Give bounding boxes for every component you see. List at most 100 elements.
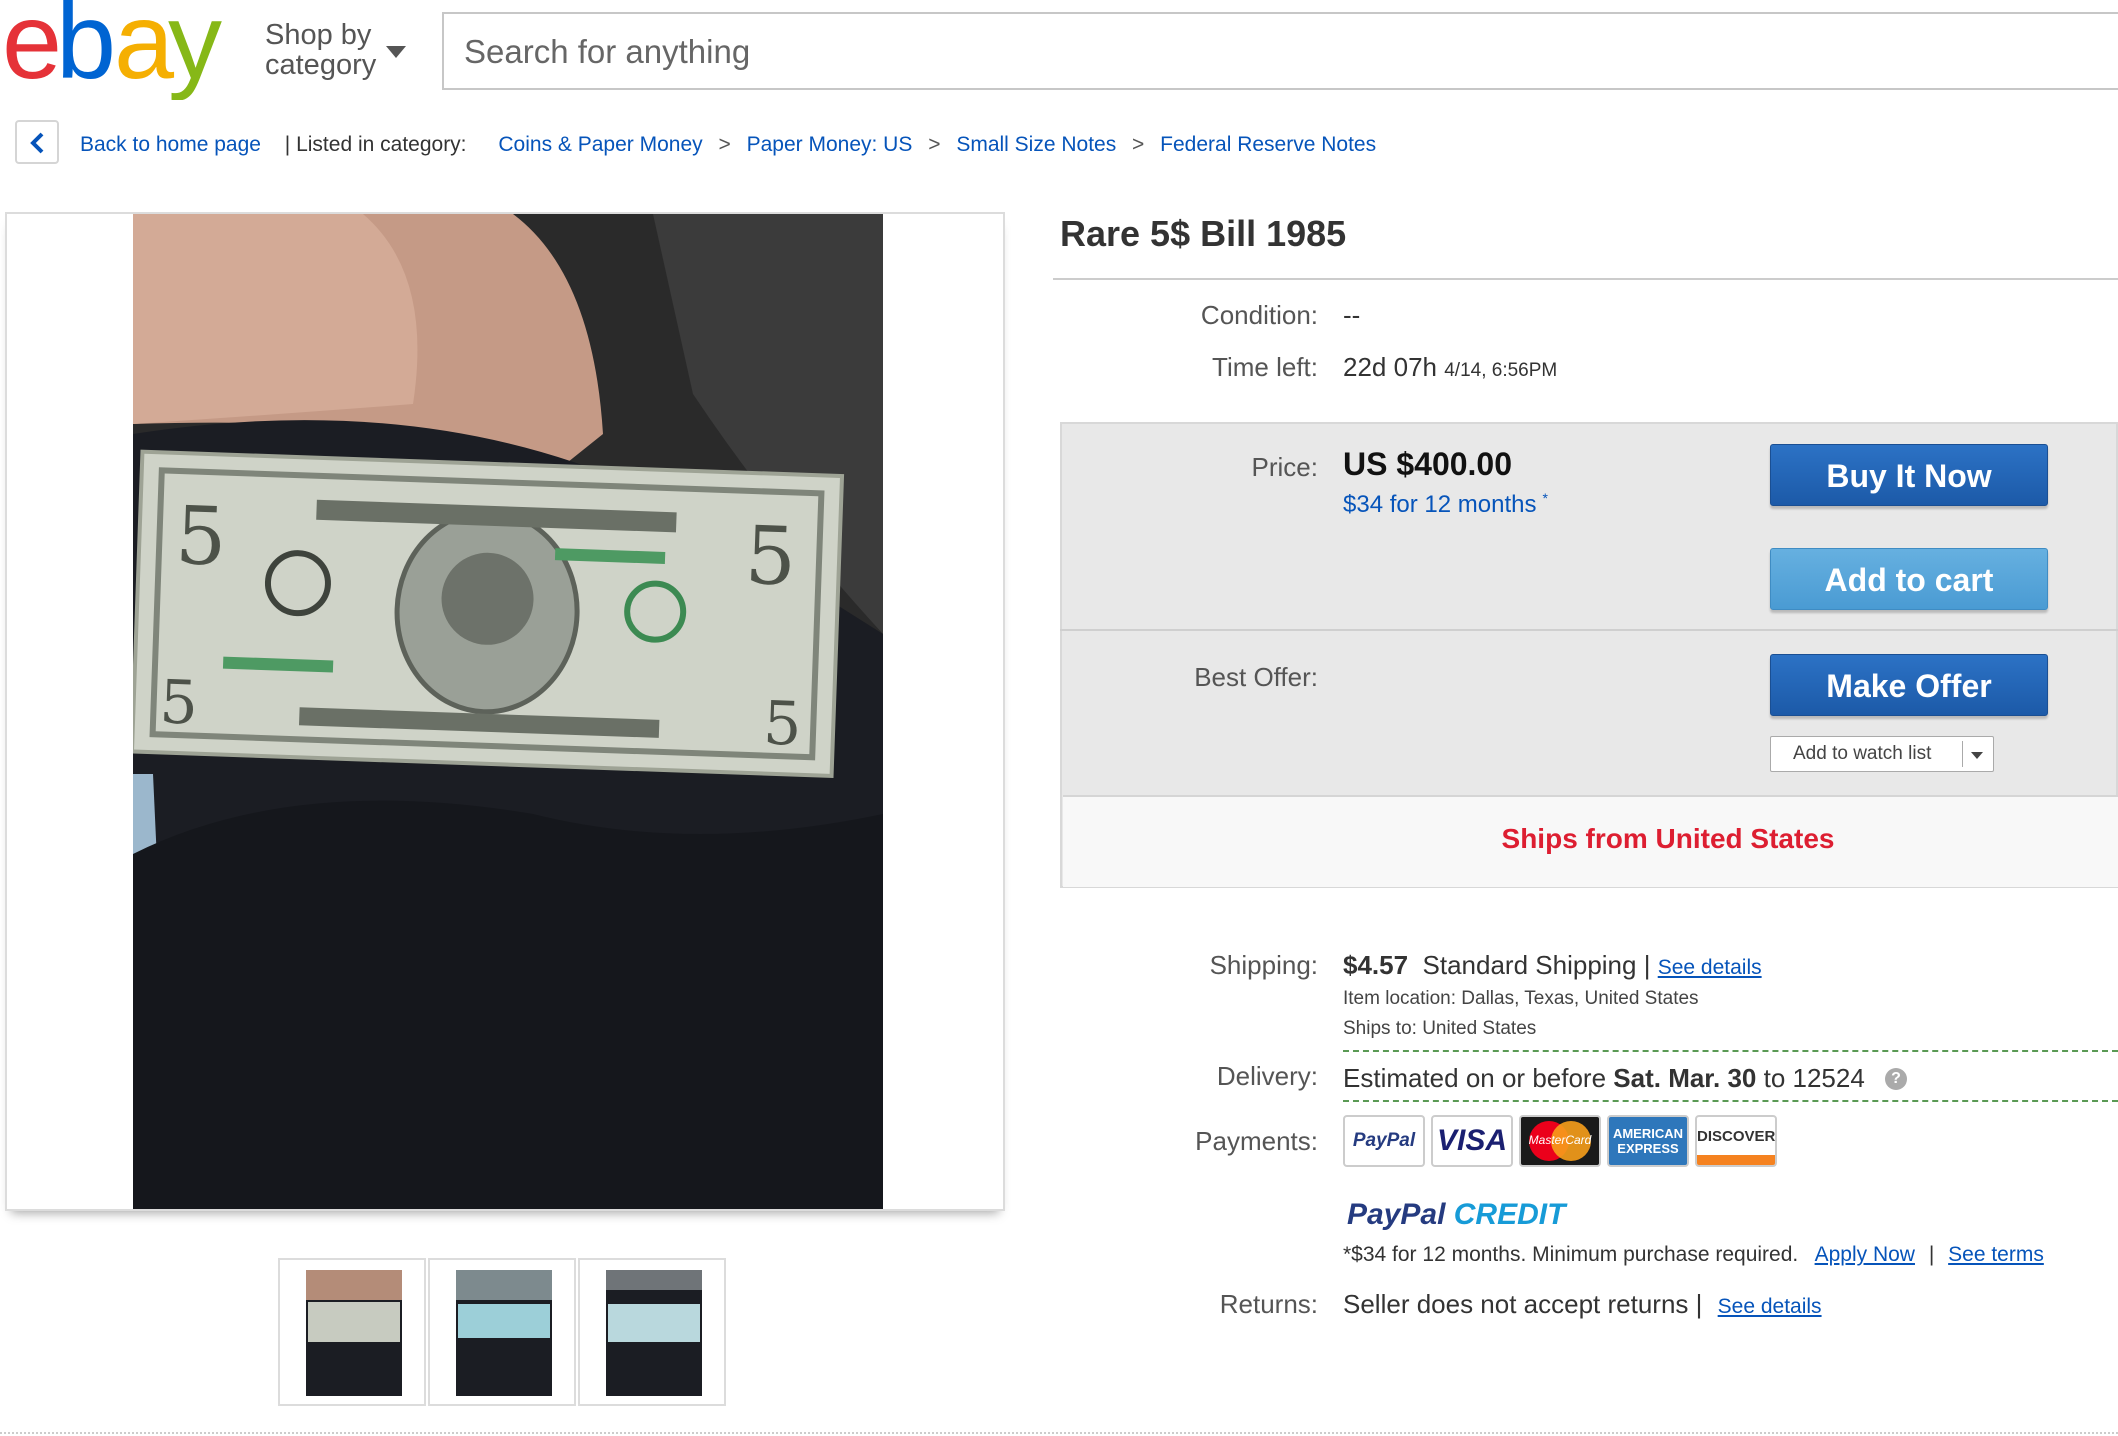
time-left-value: 22d 07h 4/14, 6:56PM [1343,352,1557,383]
paypal-credit-word: CREDIT [1453,1198,1566,1231]
thumbnail-photo [456,1270,552,1396]
returns-value-row: Seller does not accept returns | See det… [1343,1289,1822,1320]
delivery-divider-top [1343,1050,2118,1052]
price-value: US $400.00 [1343,446,1513,482]
amex-line-1: AMERICAN [1612,1126,1684,1141]
breadcrumb: Back to home page | Listed in category: … [80,130,1376,160]
delivery-prefix: Estimated on or before [1343,1063,1607,1093]
item-location: Item location: Dallas, Texas, United Sta… [1343,988,1699,1009]
amex-line-2: EXPRESS [1617,1141,1679,1156]
shipping-divider: | [1643,950,1651,980]
delivery-divider-bottom [1343,1100,2118,1102]
delivery-label: Delivery: [1216,1061,1318,1091]
time-left-duration: 22d 07h [1343,352,1437,382]
search-bar[interactable] [442,12,2118,90]
ebay-logo-a: a [114,0,175,100]
back-to-home-link[interactable]: Back to home page [80,133,261,156]
back-button[interactable] [15,120,59,164]
title-divider [1053,278,2118,280]
add-to-watch-list-button[interactable]: Add to watch list [1770,736,1994,772]
condition-label: Condition: [1200,300,1318,330]
financing-mark: * [1542,490,1548,506]
shop-by-label: Shop by [265,19,372,51]
apply-now-link[interactable]: Apply Now [1815,1243,1915,1266]
page-bottom-divider [0,1432,2118,1434]
paypal-icon: PayPal [1343,1115,1425,1167]
watch-list-split [1962,741,1963,767]
paypal-credit-logo: PayPal CREDIT [1347,1198,1565,1232]
item-photo: 5 5 5 5 [133,214,883,1209]
svg-text:5: 5 [174,489,228,584]
returns-see-details-link[interactable]: See details [1718,1295,1822,1318]
shipping-label: Shipping: [1209,950,1318,980]
returns-divider: | [1695,1289,1703,1319]
listed-in-label: | Listed in category: [284,133,467,156]
thumbnail-2[interactable] [428,1258,576,1406]
breadcrumb-separator: > [928,133,941,156]
shipping-value: $4.57 Standard Shipping | See details [1343,950,1762,981]
best-offer-label: Best Offer: [1194,662,1318,692]
thumbnail-photo [306,1270,402,1396]
discover-icon-text: DISCOVER [1697,1128,1776,1145]
ebay-logo-e: e [2,0,58,100]
financing-text: $34 for 12 months [1343,491,1537,518]
chevron-left-icon [30,132,44,154]
svg-text:5: 5 [762,689,803,760]
breadcrumb-item-small-size-notes[interactable]: Small Size Notes [956,133,1116,156]
thumbnail-1[interactable] [278,1258,426,1406]
shipping-method: Standard Shipping [1422,950,1637,980]
breadcrumb-item-coins[interactable]: Coins & Paper Money [498,133,702,156]
breadcrumb-separator: > [718,133,731,156]
mastercard-icon: MasterCard [1519,1115,1601,1167]
time-left-label: Time left: [1212,352,1318,382]
credit-link-divider: | [1928,1243,1935,1266]
see-terms-link[interactable]: See terms [1948,1243,2044,1266]
ships-to: Ships to: United States [1343,1018,1537,1039]
chevron-down-icon[interactable] [386,46,406,58]
shipping-cost: $4.57 [1343,950,1409,980]
american-express-icon: AMERICAN EXPRESS [1607,1115,1689,1167]
chevron-down-icon[interactable] [1971,752,1983,759]
ships-from-text: Ships from United States [1501,823,1835,854]
returns-value: Seller does not accept returns [1343,1289,1689,1319]
time-left-end: 4/14, 6:56PM [1444,360,1558,381]
help-icon[interactable]: ? [1885,1068,1907,1090]
thumbnail-3[interactable] [578,1258,726,1406]
category-label: category [265,49,377,81]
breadcrumb-separator: > [1132,133,1145,156]
svg-text:5: 5 [744,509,798,604]
delivery-value: Estimated on or before Sat. Mar. 30 to 1… [1343,1063,1865,1094]
condition-value: -- [1343,300,1361,330]
main-image-viewer[interactable]: 5 5 5 5 [5,212,1005,1211]
paypal-icon-text: PayPal [1352,1130,1416,1151]
credit-note: *$34 for 12 months. Minimum purchase req… [1343,1243,1799,1266]
mastercard-icon-text: MasterCard [1528,1133,1592,1147]
ebay-logo-y: y [168,0,222,100]
delivery-zip: to 12524 [1763,1063,1865,1093]
breadcrumb-item-paper-money-us[interactable]: Paper Money: US [747,133,913,156]
ebay-logo-b: b [56,0,112,100]
watch-list-label: Add to watch list [1793,743,1932,764]
make-offer-button[interactable]: Make Offer [1770,654,2048,716]
buy-it-now-button[interactable]: Buy It Now [1770,444,2048,506]
payments-label: Payments: [1195,1126,1318,1156]
shipping-see-details-link[interactable]: See details [1658,956,1762,979]
breadcrumb-item-federal-reserve-notes[interactable]: Federal Reserve Notes [1160,133,1376,156]
visa-icon-text: VISA [1436,1124,1508,1157]
delivery-date: Sat. Mar. 30 [1613,1063,1757,1093]
search-input[interactable] [462,28,2066,76]
paypal-credit-brand: PayPal [1347,1198,1446,1231]
credit-note-row: *$34 for 12 months. Minimum purchase req… [1343,1243,2044,1267]
item-title: Rare 5$ Bill 1985 [1060,213,1347,254]
thumbnail-photo [606,1270,702,1396]
returns-label: Returns: [1219,1289,1318,1319]
price-panel-divider [1060,629,2118,631]
shop-by-category-button[interactable]: Shop by category [265,20,376,80]
visa-icon: VISA [1431,1115,1513,1167]
discover-icon: DISCOVER [1695,1115,1777,1167]
svg-text:5: 5 [158,667,199,738]
ebay-logo[interactable]: e b a y [2,0,242,101]
financing-link[interactable]: $34 for 12 months * [1343,490,1548,519]
add-to-cart-button[interactable]: Add to cart [1770,548,2048,610]
price-label: Price: [1251,452,1318,482]
